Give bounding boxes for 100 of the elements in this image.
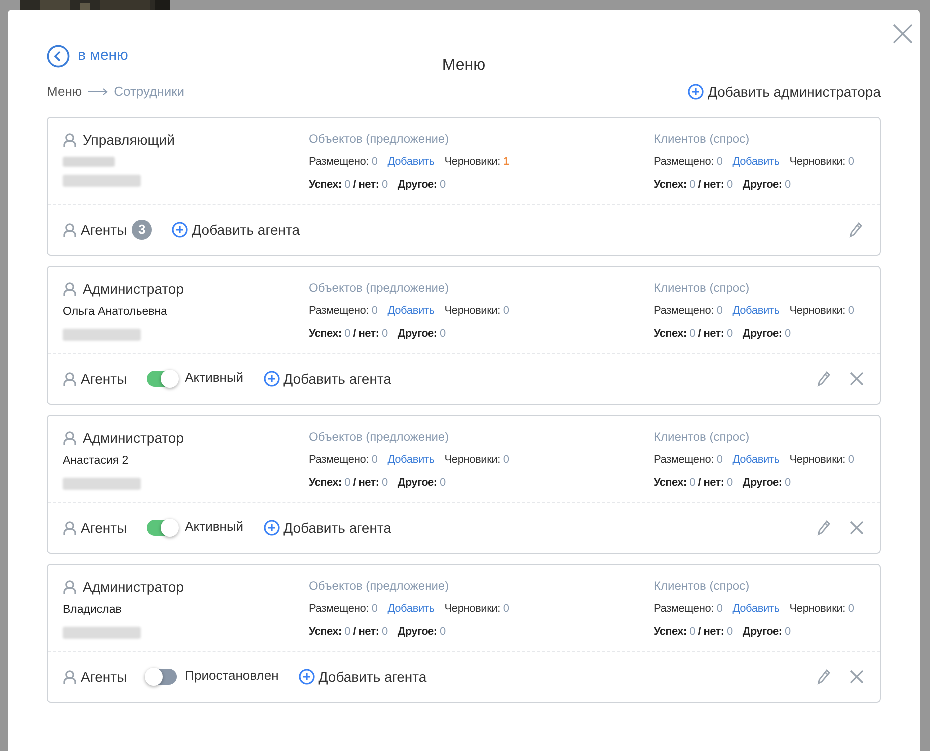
close-icon [893, 24, 913, 44]
section-heading: Клиентов (спрос) [654, 131, 751, 148]
success-count: Успех: 0 / нет: 0 [309, 476, 388, 490]
section-heading: Объектов (предложение) [309, 429, 450, 446]
section-heading: Клиентов (спрос) [654, 578, 751, 595]
person-icon [63, 372, 77, 386]
edit-button[interactable] [815, 519, 833, 537]
agents-label: Агенты [81, 370, 128, 388]
drafts-count: Черновики: 0 [444, 304, 510, 319]
plus-circle-icon [688, 84, 704, 100]
person-icon [63, 282, 77, 297]
pencil-icon [817, 520, 831, 536]
role-label: Администратор [83, 578, 184, 597]
plus-circle-icon [298, 669, 315, 685]
back-icon [47, 44, 70, 68]
status-toggle[interactable] [147, 520, 178, 536]
plus-circle-icon [264, 371, 280, 387]
placed-count: Размещено: 0 [309, 155, 378, 170]
other-count: Другое: 0 [398, 178, 446, 192]
back-link[interactable]: в меню [47, 44, 128, 68]
success-count: Успех: 0 / нет: 0 [654, 476, 733, 490]
success-count: Успех: 0 / нет: 0 [309, 178, 388, 192]
role-label: Администратор [83, 429, 184, 448]
pencil-icon [817, 669, 831, 685]
drafts-count: Черновики: 1 [444, 155, 510, 170]
add-link[interactable]: Добавить [732, 303, 780, 320]
drafts-count: Черновики: 0 [444, 453, 510, 468]
plus-circle-icon [172, 222, 188, 238]
plus-circle-icon [264, 520, 280, 536]
add-agent-button[interactable]: Добавить агента [264, 518, 392, 538]
add-admin-button[interactable]: Добавить администратора [688, 82, 881, 102]
person-icon [63, 222, 77, 238]
success-count: Успех: 0 / нет: 0 [309, 624, 388, 640]
employee-name: Ольга Анатольевна [63, 305, 168, 320]
add-link[interactable]: Добавить [732, 154, 780, 170]
drafts-count: Черновики: 0 [790, 453, 854, 468]
placed-count: Размещено: 0 [309, 602, 378, 617]
pencil-icon [849, 222, 863, 238]
success-count: Успех: 0 / нет: 0 [654, 326, 733, 342]
status-label: Активный [185, 518, 244, 536]
drafts-count: Черновики: 0 [790, 602, 854, 617]
close-button[interactable] [892, 23, 914, 45]
person-icon [63, 431, 77, 446]
edit-button[interactable] [815, 370, 833, 388]
delete-button[interactable] [849, 371, 865, 387]
status-toggle[interactable] [147, 371, 178, 387]
other-count: Другое: 0 [742, 624, 791, 640]
section-heading: Объектов (предложение) [309, 131, 450, 148]
agents-count-badge: 3 [132, 220, 152, 240]
arrow-icon [88, 88, 108, 96]
delete-button[interactable] [849, 520, 865, 536]
agents-label: Агенты [81, 518, 128, 538]
add-link[interactable]: Добавить [388, 154, 435, 170]
breadcrumb-item[interactable]: Сотрудники [114, 82, 185, 102]
other-count: Другое: 0 [742, 326, 791, 342]
role-label: Управляющий [83, 131, 175, 150]
status-label: Приостановлен [185, 667, 279, 686]
success-count: Успех: 0 / нет: 0 [309, 326, 388, 342]
person-icon [63, 520, 77, 536]
success-count: Успех: 0 / нет: 0 [654, 624, 733, 640]
dialog-title: Меню [442, 56, 486, 76]
other-count: Другое: 0 [398, 624, 446, 640]
pencil-icon [817, 371, 831, 387]
placed-count: Размещено: 0 [654, 304, 723, 319]
close-icon [850, 372, 864, 386]
section-heading: Клиентов (спрос) [654, 280, 751, 297]
edit-button[interactable] [847, 221, 865, 239]
drafts-count: Черновики: 0 [790, 155, 854, 170]
add-link[interactable]: Добавить [732, 601, 780, 618]
success-count: Успех: 0 / нет: 0 [654, 178, 733, 192]
breadcrumb-item[interactable]: Меню [47, 82, 82, 102]
placed-count: Размещено: 0 [654, 453, 723, 468]
delete-button[interactable] [849, 669, 865, 685]
person-icon [63, 580, 77, 595]
agents-label: Агенты [81, 668, 128, 686]
section-heading: Объектов (предложение) [309, 578, 450, 595]
add-link[interactable]: Добавить [388, 452, 435, 468]
drafts-count: Черновики: 0 [790, 304, 854, 319]
role-label: Администратор [83, 280, 184, 299]
agents-label: Агенты [81, 220, 128, 240]
add-link[interactable]: Добавить [732, 452, 780, 468]
other-count: Другое: 0 [398, 476, 446, 490]
employee-name: Владислав [63, 603, 123, 618]
section-heading: Клиентов (спрос) [654, 429, 751, 446]
close-icon [850, 521, 864, 535]
employee-name: Анастасия 2 [63, 454, 130, 469]
status-toggle[interactable] [147, 669, 178, 685]
edit-button[interactable] [815, 668, 833, 686]
other-count: Другое: 0 [742, 178, 791, 192]
add-link[interactable]: Добавить [388, 601, 435, 618]
add-link[interactable]: Добавить [388, 303, 435, 320]
placed-count: Размещено: 0 [309, 304, 378, 319]
placed-count: Размещено: 0 [654, 155, 723, 170]
placed-count: Размещено: 0 [654, 602, 723, 617]
status-label: Активный [185, 369, 244, 388]
add-agent-button[interactable]: Добавить агента [298, 666, 427, 688]
add-agent-button[interactable]: Добавить агента [264, 368, 392, 390]
section-heading: Объектов (предложение) [309, 280, 450, 297]
placed-count: Размещено: 0 [309, 453, 378, 468]
add-agent-button[interactable]: Добавить агента [172, 220, 300, 240]
